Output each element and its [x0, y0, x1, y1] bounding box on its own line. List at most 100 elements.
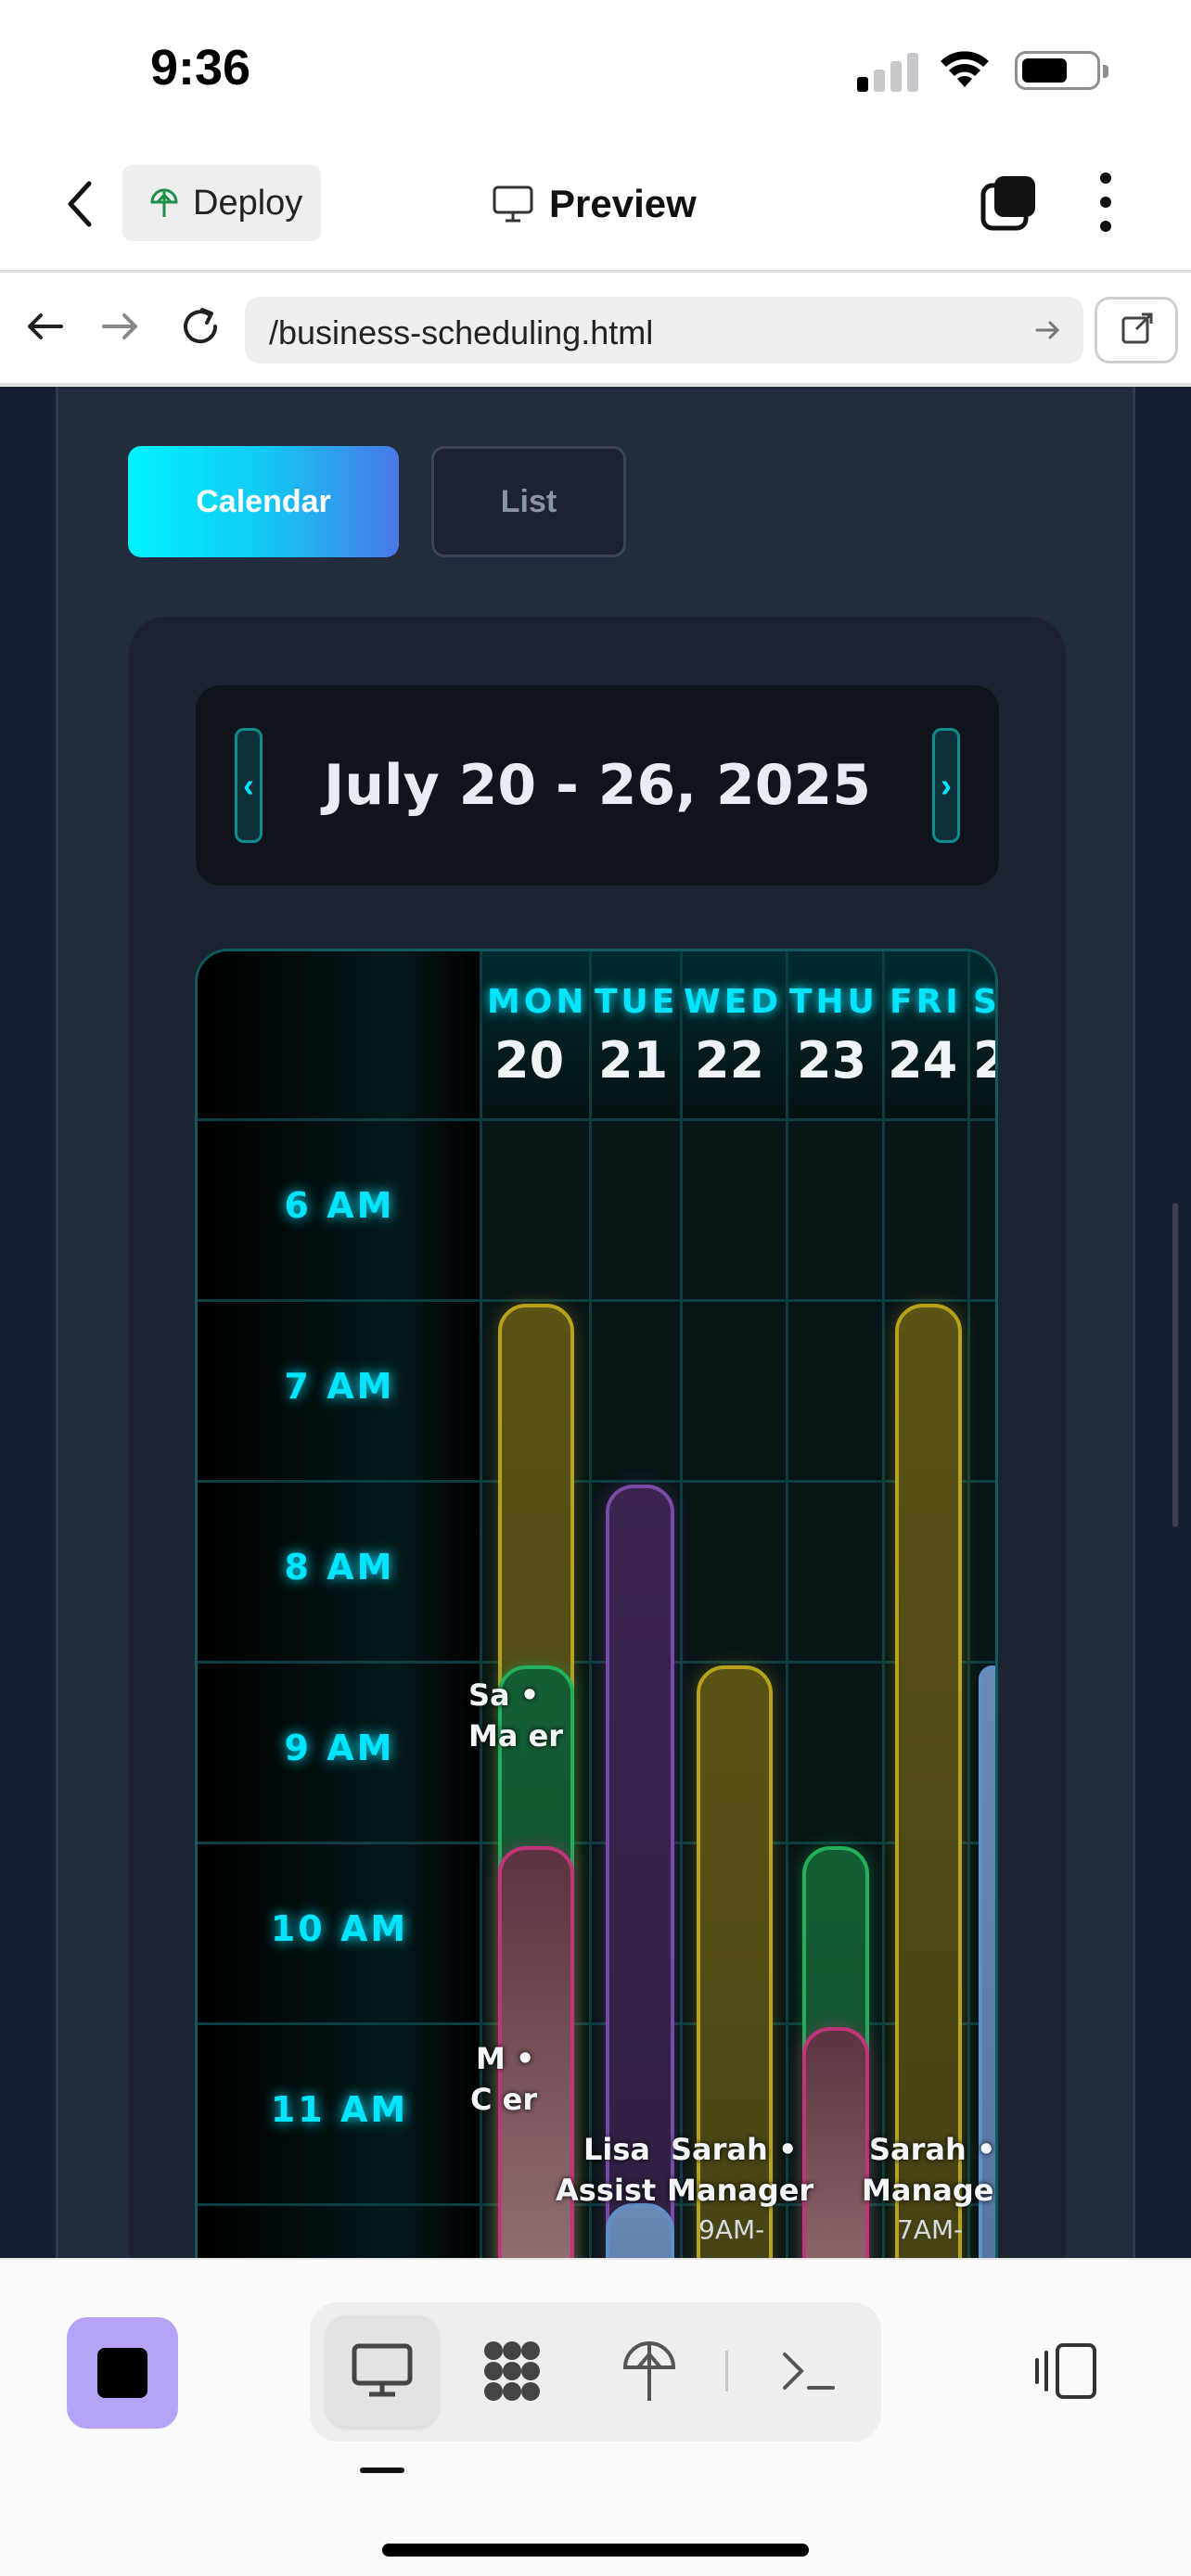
day-name: THU	[789, 983, 878, 1021]
calendar-tab[interactable]: Calendar	[128, 446, 399, 557]
app-header: Deploy Preview	[0, 139, 1191, 273]
day-header[interactable]: FRI 24	[884, 951, 969, 1120]
row-divider	[198, 1661, 995, 1664]
terminal-mode-button[interactable]	[753, 2315, 864, 2427]
day-number: 21	[598, 1031, 669, 1090]
bottom-toolbar	[0, 2258, 1191, 2576]
cellular-signal-icon	[857, 51, 918, 92]
wifi-icon	[941, 51, 989, 87]
panel-icon[interactable]	[1033, 2338, 1100, 2404]
event-label: Manage	[862, 2173, 994, 2208]
terminal-icon	[783, 2353, 835, 2390]
day-name: FRI	[890, 983, 962, 1021]
home-indicator[interactable]	[382, 2544, 809, 2557]
calendar-card: July 20 - 26, 2025 ‹ › MON 20 TUE 21 WED…	[129, 617, 1066, 2258]
next-week-button[interactable]: ›	[932, 728, 960, 843]
row-divider	[198, 1842, 995, 1844]
row-divider	[198, 2022, 995, 2025]
preview-title: Preview	[492, 176, 697, 232]
day-header[interactable]: THU 23	[788, 951, 884, 1120]
column-divider	[589, 951, 592, 2258]
event-label: Manager	[667, 2173, 814, 2208]
event-label: Ma er	[468, 1718, 564, 1753]
event-label: Assist	[556, 2173, 657, 2208]
apps-icon	[484, 2341, 540, 2401]
day-header[interactable]: MON 20	[481, 951, 591, 1120]
apps-mode-button[interactable]	[456, 2315, 568, 2427]
week-navigator: July 20 - 26, 2025 ‹ ›	[196, 685, 999, 886]
monitor-icon	[493, 185, 533, 223]
desktop-icon	[352, 2343, 413, 2397]
browser-back-icon[interactable]	[20, 302, 69, 351]
day-header[interactable]: WED 22	[682, 951, 788, 1120]
event-label: M •	[476, 2041, 535, 2076]
scroll-indicator[interactable]	[1172, 1203, 1178, 1527]
week-grid: MON 20 TUE 21 WED 22 THU 23 FRI 24 S 6 A…	[195, 949, 998, 2258]
url-row: /business-scheduling.html	[0, 273, 1191, 386]
go-arrow-icon[interactable]	[1033, 315, 1063, 345]
stop-icon	[97, 2348, 147, 2398]
time-label: 6 AM	[284, 1185, 395, 1226]
row-divider	[198, 1118, 995, 1121]
list-tab[interactable]: List	[431, 446, 626, 557]
column-divider	[967, 951, 970, 2258]
day-name: MON	[487, 983, 588, 1021]
url-field[interactable]: /business-scheduling.html	[245, 297, 1083, 363]
event-time: 7AM-	[897, 2214, 964, 2245]
time-label: 11 AM	[270, 2089, 409, 2130]
row-divider	[198, 1480, 995, 1483]
more-options-icon[interactable]	[1093, 172, 1119, 237]
deploy-icon	[622, 2341, 676, 2401]
time-label: 9 AM	[284, 1728, 395, 1768]
status-time: 9:36	[150, 40, 251, 96]
event-label: Sarah •	[869, 2132, 996, 2167]
event-label: Sarah •	[671, 2132, 798, 2167]
prev-week-button[interactable]: ‹	[235, 728, 263, 843]
time-label: 7 AM	[284, 1366, 395, 1407]
deploy-label: Deploy	[193, 183, 303, 223]
active-indicator	[360, 2468, 404, 2473]
open-external-button[interactable]	[1095, 297, 1178, 363]
event-time: 9AM-	[698, 2214, 765, 2245]
week-label: July 20 - 26, 2025	[324, 753, 871, 818]
day-number: 23	[797, 1031, 867, 1090]
day-header[interactable]: TUE 21	[591, 951, 682, 1120]
time-label: 8 AM	[284, 1547, 395, 1588]
preview-label: Preview	[549, 182, 697, 225]
day-number: 2	[973, 1031, 995, 1090]
back-chevron-icon[interactable]	[58, 176, 104, 232]
webview: Calendar List July 20 - 26, 2025 ‹ › MON	[0, 387, 1191, 2258]
deploy-icon	[150, 188, 178, 217]
day-number: 24	[888, 1031, 958, 1090]
mode-switcher	[310, 2302, 881, 2442]
browser-forward-icon[interactable]	[96, 302, 145, 351]
column-divider	[786, 951, 788, 2258]
column-divider	[680, 951, 683, 2258]
event-label: Sa •	[468, 1677, 540, 1713]
column-divider	[882, 951, 885, 2258]
event-block[interactable]	[606, 2203, 674, 2258]
segment-divider	[725, 2351, 728, 2391]
reload-icon[interactable]	[176, 302, 224, 351]
event-block[interactable]	[802, 2027, 869, 2258]
desktop-mode-button[interactable]	[327, 2315, 438, 2427]
stop-button[interactable]	[67, 2317, 178, 2429]
tabs-icon[interactable]	[980, 172, 1039, 232]
battery-icon	[1015, 51, 1108, 90]
url-text: /business-scheduling.html	[269, 313, 654, 351]
day-number: 22	[695, 1031, 765, 1090]
page-panel: Calendar List July 20 - 26, 2025 ‹ › MON	[56, 387, 1135, 2258]
day-name: TUE	[595, 983, 679, 1021]
day-header[interactable]: S 2	[969, 951, 998, 1120]
external-link-icon	[1121, 312, 1153, 344]
deploy-mode-button[interactable]	[594, 2315, 705, 2427]
deploy-button[interactable]: Deploy	[122, 165, 321, 241]
event-label: C er	[470, 2082, 538, 2117]
day-number: 20	[494, 1031, 565, 1090]
time-label: 10 AM	[270, 1908, 409, 1949]
row-divider	[198, 1299, 995, 1302]
event-block[interactable]	[895, 1304, 962, 2258]
event-label: Lisa	[583, 2132, 650, 2167]
day-name: S	[973, 983, 998, 1021]
time-column	[198, 951, 481, 2258]
